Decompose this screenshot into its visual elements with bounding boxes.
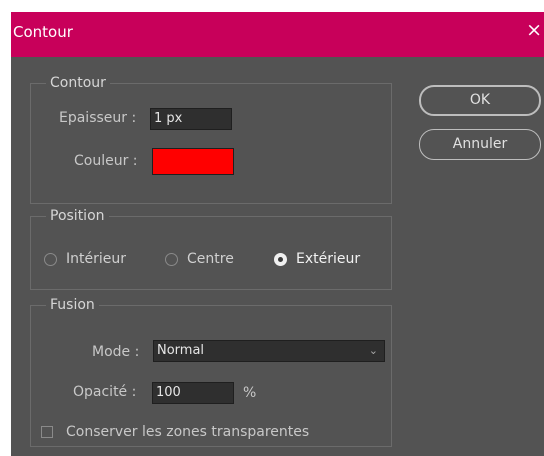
radio-centre-label[interactable]: Centre — [187, 249, 234, 269]
mode-select[interactable]: Normal ⌄ — [153, 340, 385, 362]
position-legend: Position — [46, 207, 109, 225]
opacity-unit: % — [243, 385, 257, 401]
color-label: Couleur : — [74, 153, 138, 169]
radio-interieur-label[interactable]: Intérieur — [66, 249, 126, 269]
radio-centre[interactable] — [165, 253, 178, 266]
title-bar: Contour × — [11, 12, 544, 57]
cancel-button[interactable]: Annuler — [419, 129, 541, 160]
opacity-field[interactable]: 100 — [152, 382, 234, 404]
fusion-legend: Fusion — [46, 296, 99, 314]
radio-exterieur-label[interactable]: Extérieur — [296, 249, 360, 269]
mode-value: Normal — [157, 343, 205, 358]
radio-interieur[interactable] — [44, 253, 57, 266]
position-group: Position Intérieur Centre Extérieur — [30, 207, 392, 290]
preserve-transparency-checkbox[interactable] — [41, 426, 53, 438]
contour-group: Contour Epaisseur : 1 px Couleur : — [30, 74, 392, 204]
radio-exterieur[interactable] — [274, 253, 287, 266]
color-swatch[interactable] — [152, 148, 234, 175]
ok-button[interactable]: OK — [419, 85, 541, 116]
chevron-down-icon: ⌄ — [368, 344, 378, 357]
contour-dialog: Contour × Contour Epaisseur : 1 px Coule… — [11, 12, 544, 456]
thickness-field[interactable]: 1 px — [150, 108, 232, 130]
preserve-transparency-label[interactable]: Conserver les zones transparentes — [66, 422, 309, 442]
fusion-group: Fusion Mode : Normal ⌄ Opacité : 100 % C… — [30, 296, 392, 447]
dialog-title: Contour — [13, 23, 73, 41]
contour-legend: Contour — [46, 74, 110, 92]
mode-label: Mode : — [92, 344, 140, 360]
thickness-label: Epaisseur : — [59, 110, 137, 126]
opacity-label: Opacité : — [73, 384, 137, 400]
close-icon[interactable]: × — [526, 21, 542, 40]
